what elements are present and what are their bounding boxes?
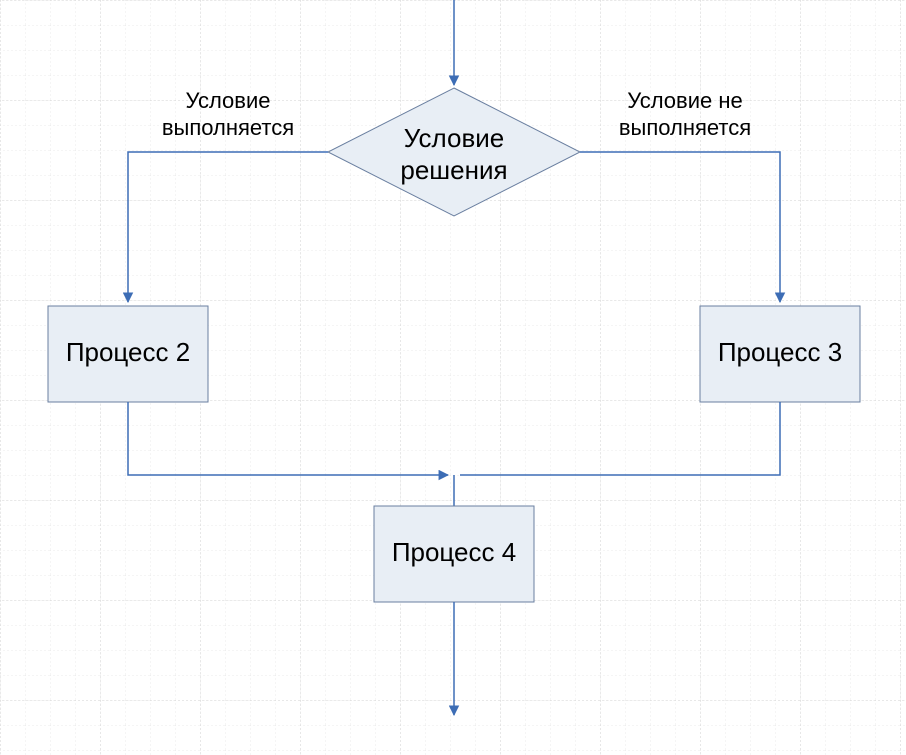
process3-text: Процесс 3	[718, 337, 842, 367]
process4-text: Процесс 4	[392, 537, 516, 567]
process2-text: Процесс 2	[66, 337, 190, 367]
decision-text-line1: Условие	[404, 123, 505, 153]
process2-node[interactable]: Процесс 2	[48, 306, 208, 402]
process4-node[interactable]: Процесс 4	[374, 506, 534, 602]
label-false-line1: Условие не	[627, 88, 743, 113]
flowchart-canvas: Условие решения Условие выполняется Усло…	[0, 0, 906, 755]
process3-node[interactable]: Процесс 3	[700, 306, 860, 402]
decision-text-line2: решения	[400, 155, 507, 185]
label-true-line2: выполняется	[162, 115, 294, 140]
label-false-line2: выполняется	[619, 115, 751, 140]
label-true-line1: Условие	[185, 88, 270, 113]
